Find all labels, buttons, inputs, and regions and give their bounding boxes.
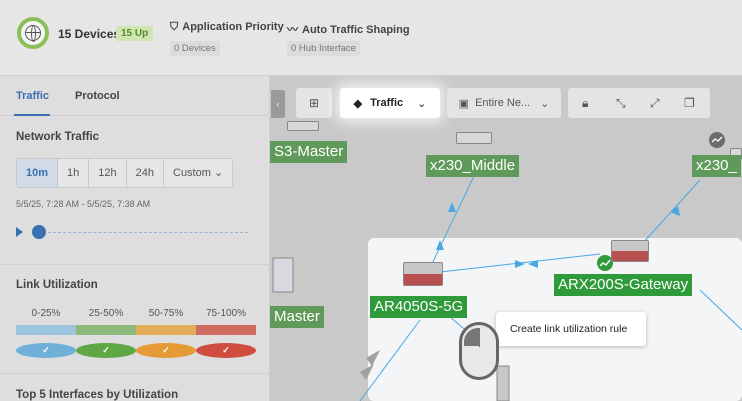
node-label-x230-middle[interactable]: x230_Middle [426,155,520,177]
arrow-icon [448,202,456,212]
arrow-icon [366,350,380,366]
switch-device-icon[interactable] [456,132,492,144]
switch-device-icon[interactable] [287,121,319,131]
link-line [429,175,475,269]
router-device-icon[interactable] [611,240,649,262]
server-icon [272,257,294,293]
arrow-icon [360,364,374,380]
router-device-icon[interactable] [403,262,443,286]
node-label-ar4050s-5g[interactable]: AR4050S-5G [370,296,468,318]
arrow-icon [515,260,525,268]
node-label-master[interactable]: Master [270,306,324,328]
mouse-click-icon [459,322,499,380]
node-label-arx200s-gateway[interactable]: ARX200S-Gateway [554,274,693,296]
node-label-s3-master[interactable]: S3-Master [270,141,348,163]
node-label-x230[interactable]: x230_ [692,155,741,177]
device-icon [496,365,510,401]
link-rule-tooltip[interactable]: Create link utilization rule [496,312,646,346]
link-line [699,289,742,331]
